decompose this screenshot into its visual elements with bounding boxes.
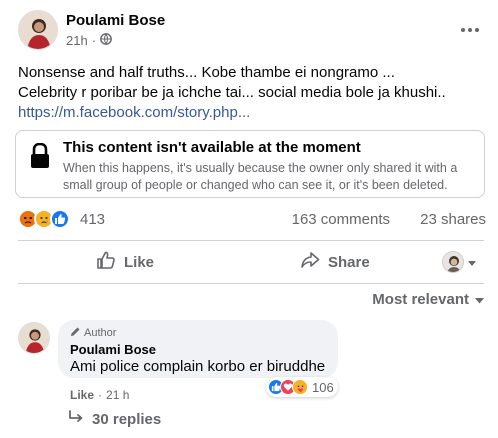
view-replies-button[interactable]: 30 replies (68, 410, 161, 428)
comment-actions: Like · 21 h (70, 388, 129, 402)
comment-time[interactable]: 21 h (106, 388, 129, 402)
like-button-label: Like (124, 253, 155, 271)
comment-reaction-count: 106 (312, 379, 334, 395)
reaction-icons[interactable] (18, 209, 70, 229)
reactions-summary: 413 163 comments 23 shares (18, 208, 488, 232)
divider (18, 240, 484, 241)
author-avatar[interactable] (18, 10, 58, 50)
share-arrow-icon (300, 251, 320, 273)
pen-icon (70, 326, 81, 340)
comment-text: Ami police complain korbo er biruddhe (70, 358, 326, 375)
reaction-count[interactable]: 413 (80, 211, 105, 228)
post-link[interactable]: https://m.facebook.com/story.php... (18, 103, 488, 123)
post-time[interactable]: 21h (66, 33, 88, 48)
caret-down-icon (475, 291, 484, 308)
post-text-line: Nonsense and half truths... Kobe thambe … (18, 64, 395, 81)
author-badge-label: Author (84, 327, 117, 339)
unavailable-content-card: This content isn't available at the mome… (15, 130, 485, 198)
shares-count[interactable]: 23 shares (420, 211, 486, 228)
comment-like-button[interactable]: Like (70, 388, 94, 402)
author-badge: Author (70, 326, 326, 340)
divider (18, 283, 484, 284)
post-author-name[interactable]: Poulami Bose (66, 12, 165, 29)
unavailable-description: When this happens, it's usually because … (63, 161, 458, 192)
more-dots-icon (461, 19, 479, 37)
thumbs-up-icon (96, 250, 116, 274)
unavailable-title: This content isn't available at the mome… (63, 139, 361, 156)
meta-separator: · (91, 33, 97, 48)
post-text-line: Celebrity r poribar be ja ichche tai... … (18, 84, 446, 101)
reaction-audience-selector[interactable] (442, 243, 476, 281)
reply-arrow-icon (68, 410, 84, 428)
lock-icon (29, 142, 51, 174)
commenter-avatar[interactable] (18, 322, 50, 354)
like-button[interactable]: Like (96, 243, 154, 281)
comment-bubble: Author Poulami Bose Ami police complain … (58, 320, 338, 378)
commenter-name[interactable]: Poulami Bose (70, 342, 326, 357)
like-reaction-icon (50, 209, 70, 229)
post-text: Nonsense and half truths... Kobe thambe … (18, 63, 488, 123)
comments-count[interactable]: 163 comments (292, 211, 390, 228)
more-options-button[interactable] (458, 18, 482, 38)
post-meta: 21h · (66, 33, 112, 48)
share-button[interactable]: Share (300, 243, 370, 281)
caret-down-icon (468, 254, 476, 271)
sort-label: Most relevant (372, 291, 469, 308)
comment-sort-dropdown[interactable]: Most relevant (372, 291, 484, 308)
replies-label: 30 replies (92, 410, 162, 428)
comment-actions-separator: · (98, 388, 103, 402)
post-header: Poulami Bose 21h · (18, 8, 488, 54)
care-reaction-icon (292, 379, 308, 395)
share-button-label: Share (328, 253, 370, 271)
comment-reactions[interactable]: 106 (266, 377, 338, 397)
viewer-avatar (442, 251, 464, 273)
globe-icon[interactable] (100, 33, 112, 48)
post-actions: Like Share (18, 243, 484, 281)
